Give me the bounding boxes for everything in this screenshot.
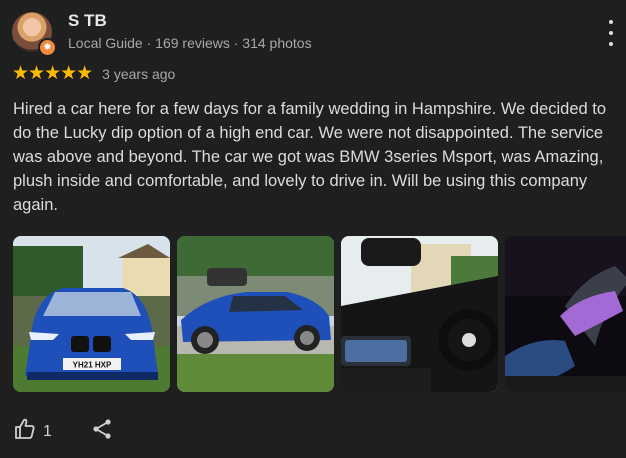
review-text: Hired a car here for a few days for a fa…: [13, 100, 607, 214]
like-count: 1: [43, 422, 52, 440]
local-guide-badge-icon: ✸: [38, 38, 57, 57]
photo-bmw-interior[interactable]: [341, 236, 498, 392]
photo-blue-bmw-side[interactable]: [177, 236, 334, 392]
photo-passenger-footwell[interactable]: [505, 236, 626, 392]
review-actions: 1: [13, 417, 114, 446]
rating-row: ★★★★★ 3 years ago: [12, 64, 175, 84]
reviewer-name[interactable]: S TB: [68, 11, 107, 31]
photo-blue-bmw-front[interactable]: YH21 HXP: [13, 236, 170, 392]
photo-strip: YH21 HXP: [13, 236, 626, 392]
number-plate: YH21 HXP: [73, 361, 112, 370]
star-rating: ★★★★★: [12, 63, 93, 84]
review-time: 3 years ago: [102, 66, 176, 82]
review-header: ✸ S TB Local Guide · 169 reviews · 314 p…: [12, 10, 626, 57]
reviewer-meta: Local Guide · 169 reviews · 314 photos: [68, 35, 312, 51]
thumbs-up-icon: [13, 417, 37, 446]
more-options-icon[interactable]: [604, 20, 618, 46]
share-button[interactable]: [90, 417, 114, 446]
like-button[interactable]: 1: [13, 417, 52, 446]
share-icon: [90, 417, 114, 446]
